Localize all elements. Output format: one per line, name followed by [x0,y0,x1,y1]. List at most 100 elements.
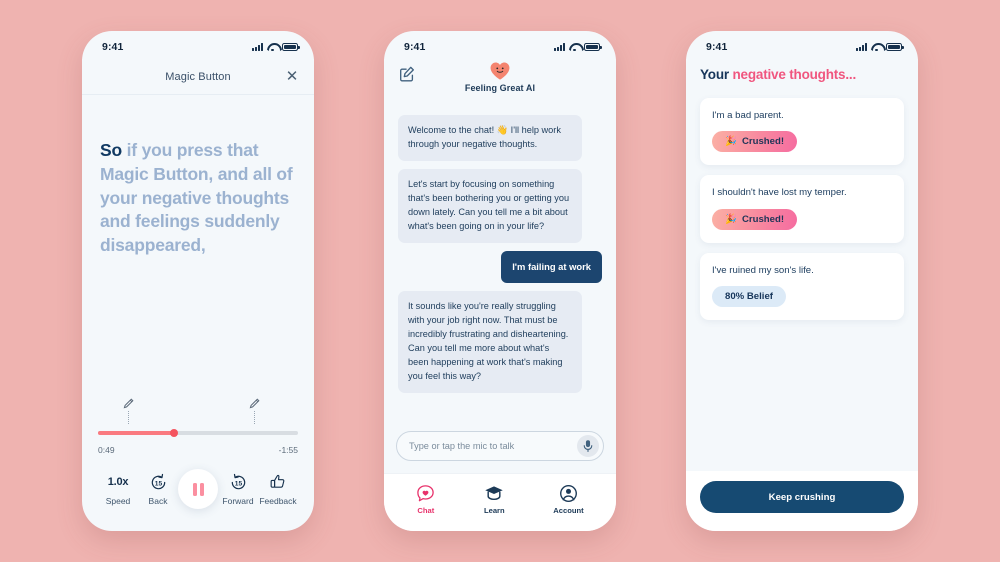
status-time: 9:41 [404,41,426,53]
thought-text: I shouldn't have lost my temper. [712,187,847,199]
svg-text:15: 15 [154,480,162,487]
thought-text: I'm a bad parent. [712,110,784,121]
graduation-cap-icon [485,486,504,501]
wifi-icon [267,43,278,52]
status-icons [554,43,602,52]
transcript-highlight: So [100,140,122,160]
tab-account[interactable]: Account [553,484,584,515]
player-controls: 1.0x Speed 15 Back 15 Forward Feedback [98,469,298,509]
status-icons [856,43,904,52]
bottom-tab-bar: Chat Learn Account [384,473,616,531]
remaining-time: -1:55 [278,445,298,455]
phone-magic-button: 9:41 Magic Button ✕ So if you press that… [82,31,314,531]
party-popper-icon: 🎉 [725,213,737,225]
pause-icon-bar [192,482,197,496]
badge-label: Crushed! [741,213,785,225]
tab-account-label: Account [553,506,584,515]
status-icons [252,43,300,52]
feedback-label: Feedback [259,496,297,506]
rewind-15-icon: 15 [151,473,165,489]
wifi-icon [569,43,580,52]
composer-row[interactable] [396,431,604,461]
back-15-button[interactable]: 15 Back [138,472,178,506]
microphone-icon [583,440,593,453]
wifi-icon [871,43,882,52]
forward-15-icon: 15 [231,473,245,489]
battery-icon [282,43,300,51]
status-bar: 9:41 [82,31,314,59]
screenshot-stage: 9:41 Magic Button ✕ So if you press that… [0,0,1000,562]
title-emphasis: negative thoughts... [732,67,857,82]
marker-line [254,411,255,424]
chat-bubble-user: I'm failing at work [501,250,602,284]
chat-bubble-ai: Let's start by focusing on something tha… [398,168,582,243]
progress-knob[interactable] [170,429,178,437]
brand-name: Feeling Great AI [464,83,536,93]
chat-header: Feeling Great AI [384,59,616,111]
speed-value: 1.0x [107,476,129,488]
thought-card[interactable]: I've ruined my son's life. 80% Belief [700,252,904,321]
battery-icon [886,43,904,51]
chat-bubble-ai: Welcome to the chat! 👋 I'll help work th… [398,115,582,161]
thoughts-footer: Keep crushing [686,471,918,531]
back-label: Back [148,496,168,506]
progress-track[interactable] [98,429,298,437]
mic-button[interactable] [577,435,599,457]
signal-icon [856,43,867,51]
heart-smile-icon [490,62,510,80]
thought-cards: I'm a bad parent. 🎉 Crushed! I shouldn't ha… [700,98,904,330]
speed-control[interactable]: 1.0x Speed [98,472,138,506]
status-time: 9:41 [706,41,728,53]
compose-icon[interactable] [398,65,416,83]
forward-15-button[interactable]: 15 Forward [218,472,258,506]
thought-card[interactable]: I shouldn't have lost my temper. 🎉 Crushed… [700,175,904,243]
belief-badge[interactable]: 80% Belief [712,286,786,308]
title-lead: Your [700,67,733,82]
transcript-area: So if you press that Magic Button, and a… [82,95,314,406]
pencil-icon [249,398,260,409]
forward-label: Forward [222,496,254,506]
feedback-button[interactable]: Feedback [258,472,298,506]
keep-crushing-button[interactable]: Keep crushing [700,481,904,513]
page-title: Your negative thoughts... [700,65,904,88]
magic-button-header: Magic Button ✕ [82,59,314,95]
thumbs-up-icon [270,474,285,488]
time-labels: 0:49 -1:55 [98,445,298,455]
message-input[interactable] [409,441,577,451]
speed-label: Speed [105,496,131,506]
transcript-text: So if you press that Magic Button, and a… [100,139,296,258]
progress-track-wrap[interactable] [98,398,298,444]
brand: Feeling Great AI [465,61,535,93]
page-title: Magic Button [165,70,231,83]
battery-icon [584,43,602,51]
party-popper-icon: 🎉 [725,136,737,148]
close-icon[interactable]: ✕ [284,69,300,85]
marker-line [128,411,129,424]
tab-learn[interactable]: Learn [484,484,505,515]
signal-icon [554,43,565,51]
chat-composer [384,421,616,473]
chat-heart-icon [417,485,435,502]
bookmark-marker-2[interactable] [248,398,260,424]
crushed-badge[interactable]: 🎉 Crushed! [712,131,798,153]
audio-player: 0:49 -1:55 1.0x Speed 15 Back 15 Forward… [82,398,314,531]
thought-text: I've ruined my son's life. [712,264,814,276]
thought-card[interactable]: I'm a bad parent. 🎉 Crushed! [700,98,904,166]
status-time: 9:41 [102,41,124,53]
badge-label: 80% Belief [725,291,773,303]
play-pause-button[interactable] [178,469,218,509]
pause-icon-bar [199,482,204,496]
transcript-rest: if you press that Magic Button, and all … [100,140,293,256]
badge-label: Crushed! [741,136,785,148]
thought-list-area: Your negative thoughts... I'm a bad pare… [686,59,918,471]
crushed-badge[interactable]: 🎉 Crushed! [712,208,798,230]
account-circle-icon [560,485,577,502]
bookmark-marker-1[interactable] [122,398,134,424]
tab-learn-label: Learn [483,506,505,515]
status-bar: 9:41 [384,31,616,59]
phone-chat: 9:41 Feeling Great AI Welcome to the cha… [384,31,616,531]
chat-message-list: Welcome to the chat! 👋 I'll help work th… [384,111,616,421]
signal-icon [252,43,263,51]
tab-chat[interactable]: Chat [416,484,435,515]
status-bar: 9:41 [686,31,918,59]
